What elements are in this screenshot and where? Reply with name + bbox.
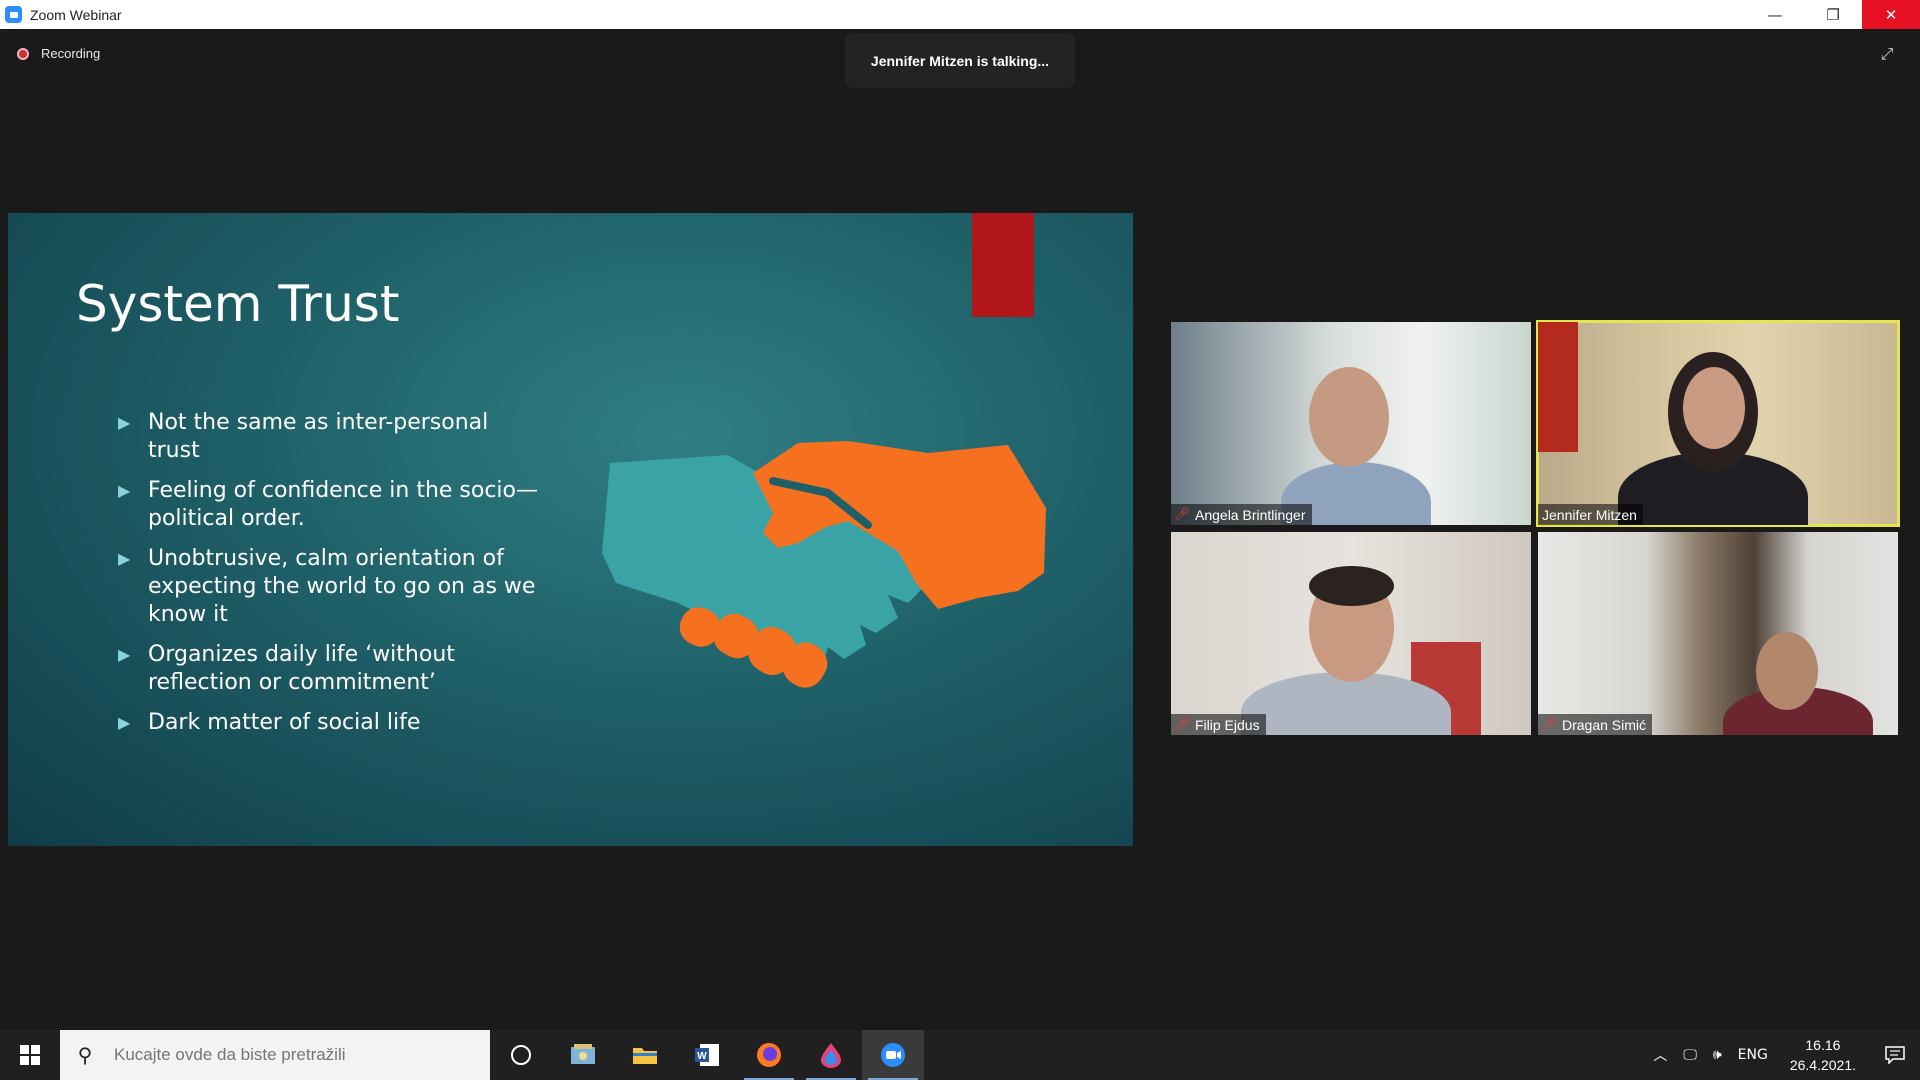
taskbar-search-box[interactable]: ⚲ xyxy=(60,1030,490,1080)
taskbar-search-input[interactable] xyxy=(114,1045,474,1065)
start-button[interactable] xyxy=(0,1030,60,1080)
slide-bullet: ▶ Not the same as inter-personal trust xyxy=(118,410,489,463)
restore-button[interactable]: ❐ xyxy=(1804,0,1862,29)
mic-muted-icon: 🎤︎ xyxy=(1173,507,1191,522)
slide-bullet: ▶ Dark matter of social life xyxy=(118,710,421,735)
video-tile-active-speaker[interactable]: Jennifer Mitzen xyxy=(1536,320,1900,527)
recording-indicator[interactable]: Recording xyxy=(17,46,100,61)
bullet-arrow-icon: ▶ xyxy=(118,481,131,500)
participant-name-tag: Jennifer Mitzen xyxy=(1538,504,1643,525)
language-indicator[interactable]: ENG xyxy=(1730,1047,1776,1063)
search-icon: ⚲ xyxy=(77,1043,93,1067)
active-speaker-banner: Jennifer Mitzen is talking... xyxy=(845,33,1075,88)
bullet-arrow-icon: ▶ xyxy=(118,713,131,732)
zoom-app-icon xyxy=(5,6,22,23)
participant-name-tag: 🎤︎ Filip Ejdus xyxy=(1171,714,1266,735)
mic-muted-icon: 🎤︎ xyxy=(1173,717,1191,732)
cortana-circle-icon xyxy=(511,1045,531,1065)
shared-screen-slide: System Trust ▶ Not the same as inter-pers… xyxy=(8,213,1133,846)
zoom-app-button[interactable] xyxy=(862,1030,924,1080)
drop-app-button[interactable] xyxy=(800,1030,862,1080)
window-titlebar: Zoom Webinar — ❐ ✕ xyxy=(0,0,1920,29)
photos-app-button[interactable] xyxy=(552,1030,614,1080)
slide-bullet-list: ▶ Not the same as inter-personal trust ▶ F… xyxy=(118,409,538,749)
clock-time: 16.16 xyxy=(1805,1037,1841,1053)
photos-icon xyxy=(571,1044,595,1064)
task-view-button[interactable] xyxy=(490,1030,552,1080)
taskbar-clock[interactable]: 16.16 26.4.2021. xyxy=(1776,1035,1870,1075)
word-icon: W xyxy=(695,1044,719,1066)
firefox-icon xyxy=(757,1043,781,1067)
recording-label: Recording xyxy=(41,46,101,61)
fullscreen-icon[interactable]: ⤢ xyxy=(1878,44,1896,63)
bullet-arrow-icon: ▶ xyxy=(118,549,131,568)
participant-name-tag: 🎤︎ Angela Brintlinger xyxy=(1171,504,1312,525)
slide-red-accent xyxy=(972,213,1034,317)
windows-taskbar: ⚲ W ︿ 🖵︎ 🕪︎ ENG 16.16 26.4.2021. xyxy=(0,1030,1920,1080)
windows-logo-icon xyxy=(20,1045,40,1065)
slide-bullet: ▶ Unobtrusive, calm orientation of expect… xyxy=(118,546,536,627)
bullet-arrow-icon: ▶ xyxy=(118,645,131,664)
window-controls: — ❐ ✕ xyxy=(1746,0,1920,29)
zoom-icon xyxy=(881,1043,905,1067)
file-explorer-button[interactable] xyxy=(614,1030,676,1080)
action-center-icon[interactable] xyxy=(1870,1046,1920,1064)
clock-date: 26.4.2021. xyxy=(1789,1057,1856,1073)
network-icon[interactable]: 🖵︎ xyxy=(1675,1047,1705,1063)
participant-name-tag: 🎤︎ Dragan Simić xyxy=(1538,714,1653,735)
video-tile[interactable]: 🎤︎ Filip Ejdus xyxy=(1171,532,1531,735)
slide-title: System Trust xyxy=(76,275,400,333)
volume-icon[interactable]: 🕪︎ xyxy=(1705,1047,1730,1063)
video-tile[interactable]: 🎤︎ Angela Brintlinger xyxy=(1171,322,1531,525)
firefox-app-button[interactable] xyxy=(738,1030,800,1080)
video-tile[interactable]: 🎤︎ Dragan Simić xyxy=(1538,532,1898,735)
slide-bullet: ▶ Feeling of confidence in the socio—poli… xyxy=(118,478,539,531)
system-tray: ︿ 🖵︎ 🕪︎ ENG 16.16 26.4.2021. xyxy=(1645,1030,1920,1080)
folder-icon xyxy=(633,1048,657,1064)
show-hidden-icons-chevron-icon[interactable]: ︿ xyxy=(1645,1045,1675,1065)
recording-icon xyxy=(17,47,29,60)
mic-muted-icon: 🎤︎ xyxy=(1540,717,1558,732)
bullet-arrow-icon: ▶ xyxy=(118,413,131,432)
window-title: Zoom Webinar xyxy=(30,6,122,23)
drop-icon xyxy=(821,1043,841,1068)
close-button[interactable]: ✕ xyxy=(1862,0,1920,29)
word-app-button[interactable]: W xyxy=(676,1030,738,1080)
meeting-area: Recording Jennifer Mitzen is talking... … xyxy=(0,29,1920,1030)
svg-text:W: W xyxy=(697,1051,707,1062)
minimize-button[interactable]: — xyxy=(1746,0,1804,29)
slide-bullet: ▶ Organizes daily life ‘without reflectio… xyxy=(118,642,455,695)
handshake-icon xyxy=(602,441,1046,688)
